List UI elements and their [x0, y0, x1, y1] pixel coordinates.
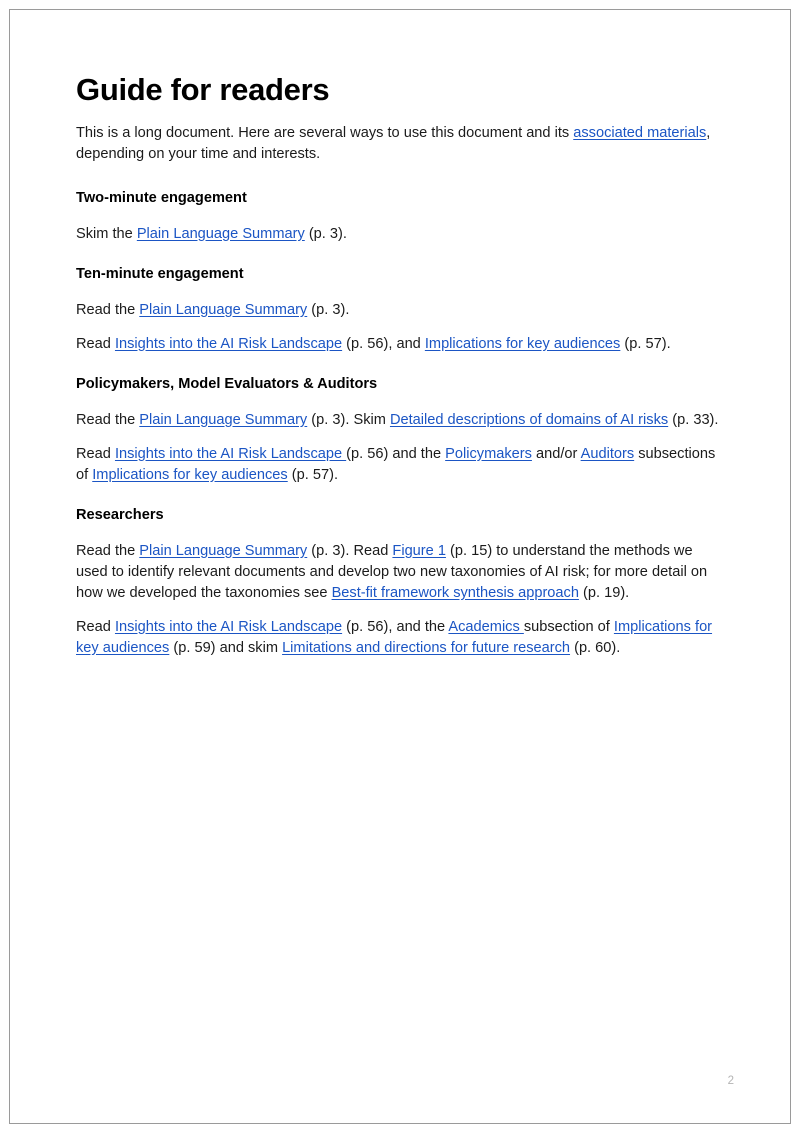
doc-link[interactable]: Plain Language Summary	[139, 543, 307, 559]
doc-link[interactable]: Implications for key audiences	[425, 336, 621, 352]
doc-link[interactable]: Plain Language Summary	[139, 302, 307, 318]
intro-paragraph: This is a long document. Here are severa…	[76, 123, 726, 165]
section-paragraph: Read the Plain Language Summary (p. 3).	[76, 300, 726, 321]
text-run: Read	[76, 335, 115, 352]
text-run: Read the	[76, 301, 140, 318]
text-run: (p. 56), and the	[342, 618, 449, 635]
text-run: Read the	[76, 411, 140, 428]
text-run: (p. 60).	[570, 639, 621, 656]
text-run: (p. 57).	[620, 335, 671, 352]
doc-link[interactable]: Insights into the AI Risk Landscape	[115, 336, 342, 352]
doc-link[interactable]: Figure 1	[392, 543, 446, 559]
doc-link[interactable]: Detailed descriptions of domains of AI r…	[390, 412, 668, 428]
doc-link[interactable]: Best-fit framework synthesis approach	[332, 585, 579, 601]
section-paragraph: Read Insights into the AI Risk Landscape…	[76, 617, 726, 659]
text-run: (p. 3). Skim	[307, 411, 390, 428]
text-run: Read	[76, 618, 115, 635]
text-run: (p. 33).	[668, 411, 719, 428]
section-paragraph: Read the Plain Language Summary (p. 3). …	[76, 541, 726, 604]
text-run: (p. 3).	[307, 301, 350, 318]
text-run: (p. 19).	[578, 584, 630, 601]
text-run: and/or	[531, 445, 581, 462]
text-run: Skim the	[76, 225, 137, 242]
text-run: (p. 57).	[287, 466, 339, 483]
text-run: Read the	[76, 542, 140, 559]
doc-link[interactable]: Implications for key audiences	[92, 467, 288, 483]
text-run: (p. 56) and the	[346, 445, 446, 462]
doc-link[interactable]: Policymakers	[445, 446, 532, 462]
document-page: Guide for readers This is a long documen…	[9, 9, 791, 1124]
doc-link[interactable]: Limitations and directions for future re…	[282, 640, 570, 656]
text-run: Read	[76, 445, 115, 462]
text-run: (p. 3).	[304, 225, 347, 242]
page-title: Guide for readers	[76, 72, 330, 107]
doc-link[interactable]: Academics	[448, 619, 523, 635]
doc-link[interactable]: Auditors	[581, 446, 635, 462]
page-number: 2	[727, 1074, 734, 1087]
doc-link[interactable]: Plain Language Summary	[137, 226, 305, 242]
text-run: (p. 56), and	[342, 335, 425, 352]
text-run: (p. 3). Read	[307, 542, 393, 559]
section-heading: Ten-minute engagement	[76, 265, 244, 282]
section-paragraph: Skim the Plain Language Summary (p. 3).	[76, 224, 726, 245]
text-run: This is a long document. Here are severa…	[76, 124, 574, 141]
document-body: Guide for readers This is a long documen…	[76, 72, 726, 672]
text-run: subsection of	[523, 618, 614, 635]
section-paragraph: Read Insights into the AI Risk Landscape…	[76, 334, 726, 355]
page-canvas: Guide for readers This is a long documen…	[0, 0, 802, 1131]
doc-link[interactable]: Insights into the AI Risk Landscape	[115, 619, 342, 635]
section-paragraph: Read the Plain Language Summary (p. 3). …	[76, 410, 726, 431]
doc-link[interactable]: associated materials	[573, 125, 706, 141]
sections-container: Two-minute engagement Skim the Plain Lang…	[76, 188, 726, 659]
text-run: (p. 59) and skim	[169, 639, 283, 656]
doc-link[interactable]: Plain Language Summary	[139, 412, 307, 428]
section-paragraph: Read Insights into the AI Risk Landscape…	[76, 444, 726, 486]
doc-link[interactable]: Insights into the AI Risk Landscape	[115, 446, 346, 462]
section-heading: Two-minute engagement	[76, 189, 247, 206]
section-heading: Researchers	[76, 506, 164, 523]
section-heading: Policymakers, Model Evaluators & Auditor…	[76, 375, 378, 392]
